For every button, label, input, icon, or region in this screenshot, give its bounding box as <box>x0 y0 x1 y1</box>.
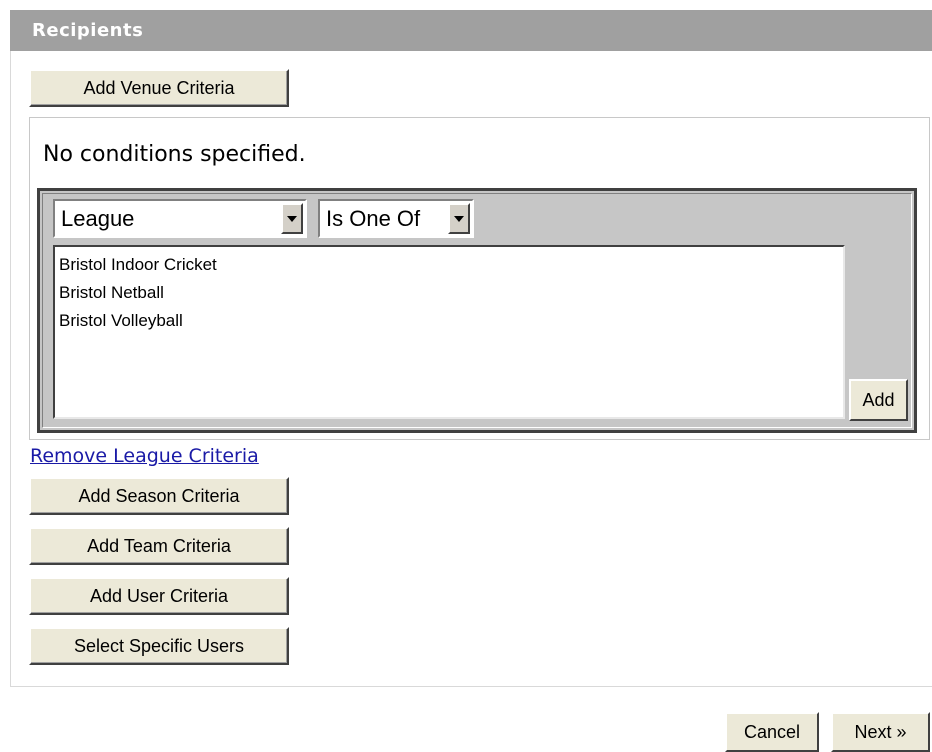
add-team-criteria-button[interactable]: Add Team Criteria <box>29 527 289 565</box>
chevron-down-icon[interactable] <box>448 203 470 234</box>
cancel-button[interactable]: Cancel <box>725 712 819 752</box>
list-item[interactable]: Bristol Volleyball <box>59 309 843 337</box>
next-button[interactable]: Next » <box>831 712 930 752</box>
no-conditions-text: No conditions specified. <box>43 142 306 167</box>
field-select[interactable]: League <box>53 199 307 238</box>
operator-select-value: Is One Of <box>326 206 421 231</box>
add-venue-criteria-button[interactable]: Add Venue Criteria <box>29 69 289 107</box>
list-item[interactable]: Bristol Indoor Cricket <box>59 253 843 281</box>
list-item[interactable]: Bristol Netball <box>59 281 843 309</box>
add-button[interactable]: Add <box>849 379 908 421</box>
chevron-down-icon[interactable] <box>281 203 303 234</box>
add-user-criteria-button[interactable]: Add User Criteria <box>29 577 289 615</box>
operator-select[interactable]: Is One Of <box>318 199 474 238</box>
panel-title: Recipients <box>32 20 144 41</box>
remove-league-criteria-link[interactable]: Remove League Criteria <box>30 445 259 467</box>
add-season-criteria-button[interactable]: Add Season Criteria <box>29 477 289 515</box>
league-options-list[interactable]: Bristol Indoor Cricket Bristol Netball B… <box>53 245 845 419</box>
panel-header: Recipients <box>10 10 932 51</box>
field-select-value: League <box>61 206 135 231</box>
select-specific-users-button[interactable]: Select Specific Users <box>29 627 289 665</box>
